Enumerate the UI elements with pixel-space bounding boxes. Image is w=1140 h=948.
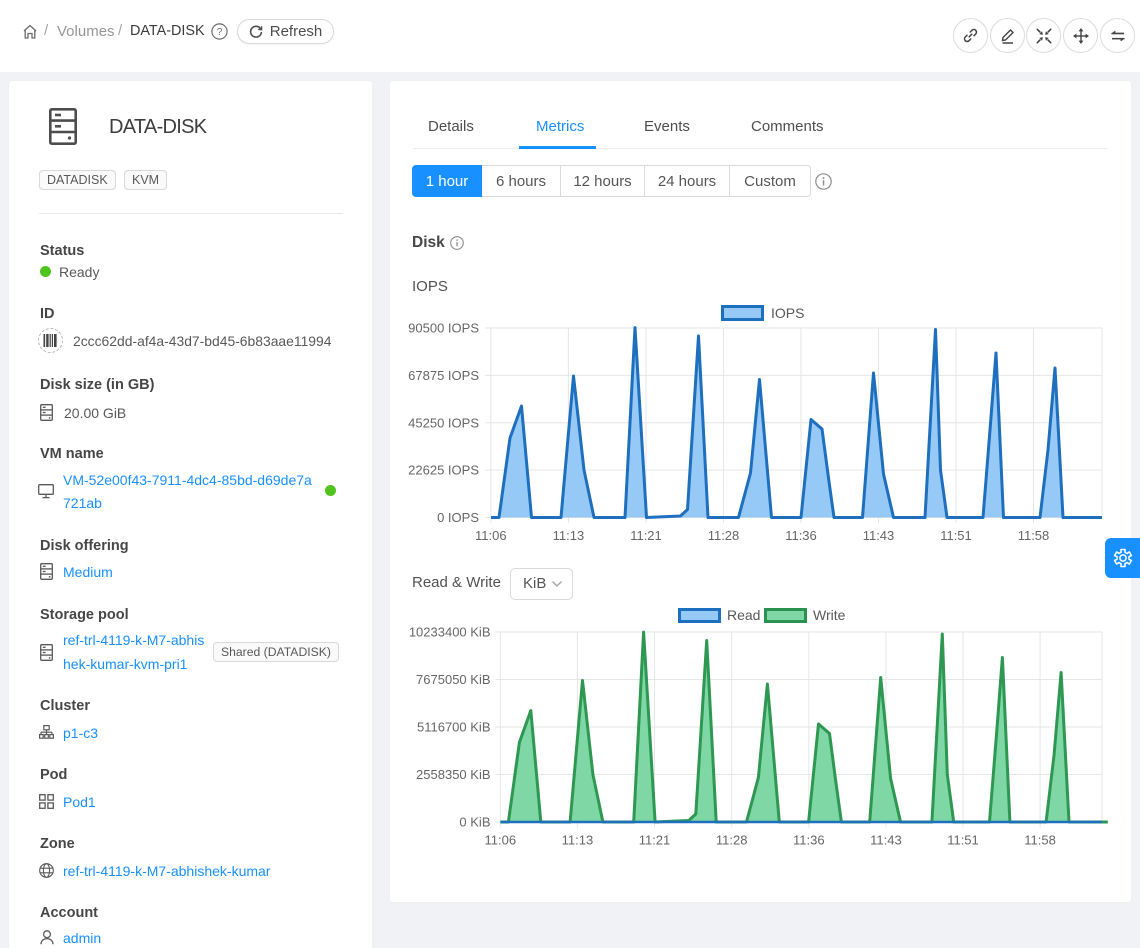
- svg-text:90500 IOPS: 90500 IOPS: [408, 321, 479, 336]
- svg-text:0 IOPS: 0 IOPS: [437, 510, 479, 525]
- svg-text:11:13: 11:13: [562, 833, 594, 848]
- svg-text:?: ?: [217, 27, 223, 38]
- svg-text:45250 IOPS: 45250 IOPS: [408, 415, 479, 430]
- svg-text:11:21: 11:21: [630, 528, 662, 543]
- svg-text:11:43: 11:43: [863, 528, 895, 543]
- svg-text:11:13: 11:13: [553, 528, 585, 543]
- svg-text:11:36: 11:36: [785, 528, 817, 543]
- svg-text:10233400 KiB: 10233400 KiB: [409, 625, 491, 640]
- svg-text:11:28: 11:28: [716, 833, 748, 848]
- svg-text:11:58: 11:58: [1018, 528, 1050, 543]
- svg-text:67875 IOPS: 67875 IOPS: [408, 368, 479, 383]
- svg-text:11:28: 11:28: [708, 528, 740, 543]
- svg-text:5116700 KiB: 5116700 KiB: [417, 720, 491, 735]
- svg-text:22625 IOPS: 22625 IOPS: [408, 463, 479, 478]
- svg-text:11:51: 11:51: [940, 528, 972, 543]
- svg-text:11:36: 11:36: [793, 833, 825, 848]
- svg-text:0 KiB: 0 KiB: [459, 815, 490, 830]
- svg-text:11:43: 11:43: [870, 833, 902, 848]
- svg-text:11:58: 11:58: [1024, 833, 1056, 848]
- svg-text:11:06: 11:06: [485, 833, 517, 848]
- svg-text:7675050 KiB: 7675050 KiB: [416, 672, 490, 687]
- svg-text:11:51: 11:51: [947, 833, 979, 848]
- svg-text:11:21: 11:21: [639, 833, 671, 848]
- svg-text:2558350 KiB: 2558350 KiB: [416, 767, 490, 782]
- svg-text:11:06: 11:06: [475, 528, 507, 543]
